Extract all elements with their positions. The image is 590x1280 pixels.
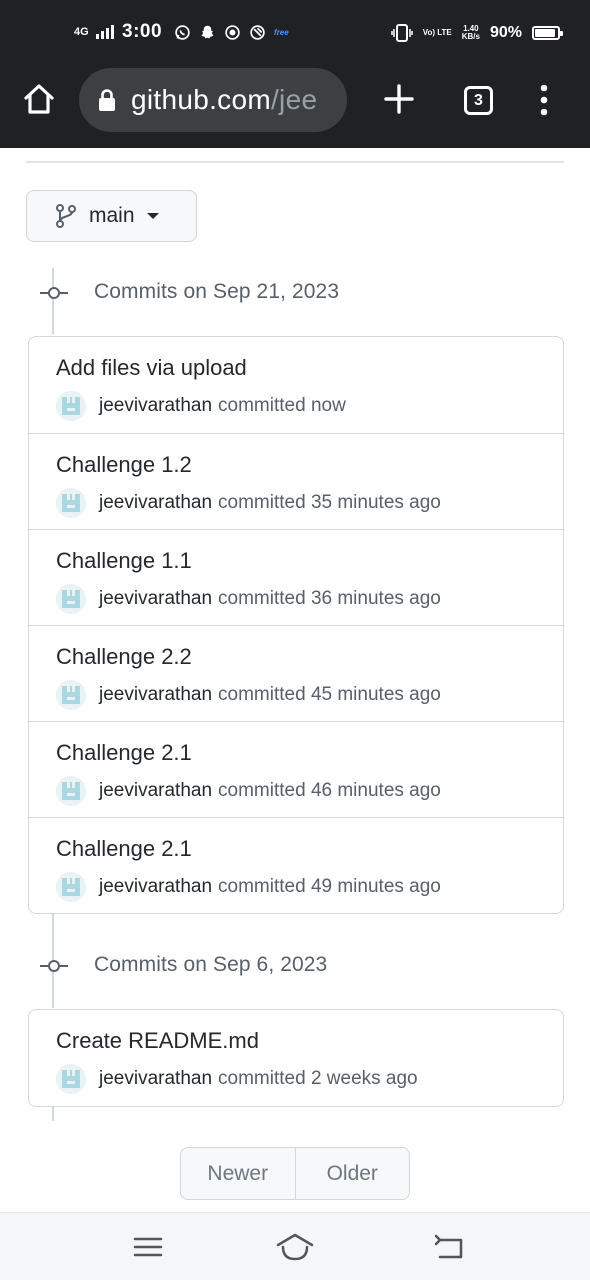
system-nav-bar (0, 1212, 590, 1280)
commit-author[interactable]: jeevivarathan (99, 876, 212, 898)
clock: 3:00 (122, 21, 163, 42)
volte-indicator: Vo) LTE (422, 28, 452, 37)
commit-author[interactable]: jeevivarathan (99, 1068, 212, 1090)
commit-time: committed 46 minutes ago (218, 780, 441, 801)
commit-meta: jeevivarathan committed 36 minutes ago (56, 584, 441, 614)
commit-row[interactable]: Add files via upload jeevivarathan commi… (29, 337, 563, 433)
back-icon[interactable] (430, 1231, 470, 1263)
app-icon (225, 24, 240, 40)
network-speed-unit: KB/s (461, 32, 480, 41)
commit-group-header: Commits on Sep 21, 2023 (94, 280, 340, 303)
home-nav-icon[interactable] (275, 1231, 315, 1263)
browser-toolbar: github.com/jee 3 (0, 62, 590, 148)
commit-row[interactable]: Challenge 2.1 jeevivarathan committed 46… (29, 721, 563, 817)
free-badge: free (274, 27, 289, 37)
avatar[interactable] (56, 584, 86, 614)
battery-fill (535, 29, 555, 37)
commit-group-header: Commits on Sep 6, 2023 (94, 953, 328, 976)
commit-icon (40, 960, 68, 972)
commit-row[interactable]: Challenge 1.1 jeevivarathan committed 36… (29, 529, 563, 625)
commit-time: committed 35 minutes ago (218, 492, 441, 513)
url-bar[interactable]: github.com/jee (79, 68, 347, 132)
commit-icon (40, 287, 68, 299)
commit-title[interactable]: Challenge 1.2 (56, 452, 192, 478)
branch-selector[interactable]: main (26, 190, 197, 242)
commit-row[interactable]: Create README.md jeevivarathan committed… (29, 1010, 563, 1106)
network-speed: 1.40 KB/s (462, 25, 480, 41)
commit-row[interactable]: Challenge 2.2 jeevivarathan committed 45… (29, 625, 563, 721)
commit-meta: jeevivarathan committed 46 minutes ago (56, 776, 441, 806)
commit-meta: jeevivarathan committed 49 minutes ago (56, 872, 441, 902)
commit-author[interactable]: jeevivarathan (99, 780, 212, 802)
timeline-line (52, 268, 54, 334)
pagination: Newer Older (180, 1147, 410, 1200)
chevron-down-icon (146, 213, 159, 219)
status-bar: 4G 3:00 free Vo) LTE 1.40 KB/s 90% (0, 0, 590, 62)
commit-row[interactable]: Challenge 2.1 jeevivarathan committed 49… (29, 817, 563, 913)
vibrate-icon (390, 24, 413, 42)
battery-percent: 90% (489, 24, 522, 41)
commit-title[interactable]: Add files via upload (56, 355, 247, 381)
app-icon-2 (250, 24, 265, 40)
avatar[interactable] (56, 391, 86, 421)
more-options-icon[interactable] (532, 82, 556, 118)
avatar[interactable] (56, 776, 86, 806)
commit-meta: jeevivarathan committed 45 minutes ago (56, 680, 441, 710)
avatar[interactable] (56, 872, 86, 902)
newer-button[interactable]: Newer (181, 1148, 295, 1199)
whatsapp-icon (175, 24, 190, 40)
commit-meta: jeevivarathan committed now (56, 391, 346, 421)
url-text: github.com/jee (131, 84, 317, 116)
commit-title[interactable]: Challenge 2.1 (56, 836, 192, 862)
commit-title[interactable]: Challenge 2.2 (56, 644, 192, 670)
commit-time: committed now (218, 395, 346, 416)
commit-title[interactable]: Challenge 2.1 (56, 740, 192, 766)
snapchat-icon (201, 25, 214, 38)
older-button[interactable]: Older (294, 1148, 410, 1199)
commit-title[interactable]: Create README.md (56, 1028, 259, 1054)
branch-name: main (89, 204, 135, 227)
home-icon[interactable] (22, 82, 56, 116)
network-type: 4G (74, 26, 89, 38)
commit-time: committed 49 minutes ago (218, 876, 441, 897)
avatar[interactable] (56, 1064, 86, 1094)
timeline-line (52, 1107, 54, 1121)
signal-icon (96, 25, 114, 39)
commit-time: committed 36 minutes ago (218, 588, 441, 609)
commit-author[interactable]: jeevivarathan (99, 684, 212, 706)
commit-meta: jeevivarathan committed 2 weeks ago (56, 1064, 418, 1094)
commit-time: committed 45 minutes ago (218, 684, 441, 705)
url-host: github.com (131, 84, 271, 115)
commit-author[interactable]: jeevivarathan (99, 395, 212, 417)
recents-icon[interactable] (128, 1231, 168, 1263)
avatar[interactable] (56, 680, 86, 710)
section-divider (26, 161, 564, 163)
commit-time: committed 2 weeks ago (218, 1068, 418, 1089)
commit-row[interactable]: Challenge 1.2 jeevivarathan committed 35… (29, 433, 563, 529)
commit-list: Add files via upload jeevivarathan commi… (28, 336, 564, 914)
new-tab-icon[interactable] (383, 83, 415, 115)
lock-icon (99, 89, 115, 111)
url-path: /jee (270, 84, 318, 115)
avatar[interactable] (56, 488, 86, 518)
commit-author[interactable]: jeevivarathan (99, 588, 212, 610)
commit-title[interactable]: Challenge 1.1 (56, 548, 192, 574)
commit-list: Create README.md jeevivarathan committed… (28, 1009, 564, 1107)
battery-icon (532, 26, 563, 40)
commit-author[interactable]: jeevivarathan (99, 492, 212, 514)
git-branch-icon (56, 204, 76, 228)
tab-switcher-button[interactable]: 3 (464, 86, 493, 115)
commit-meta: jeevivarathan committed 35 minutes ago (56, 488, 441, 518)
